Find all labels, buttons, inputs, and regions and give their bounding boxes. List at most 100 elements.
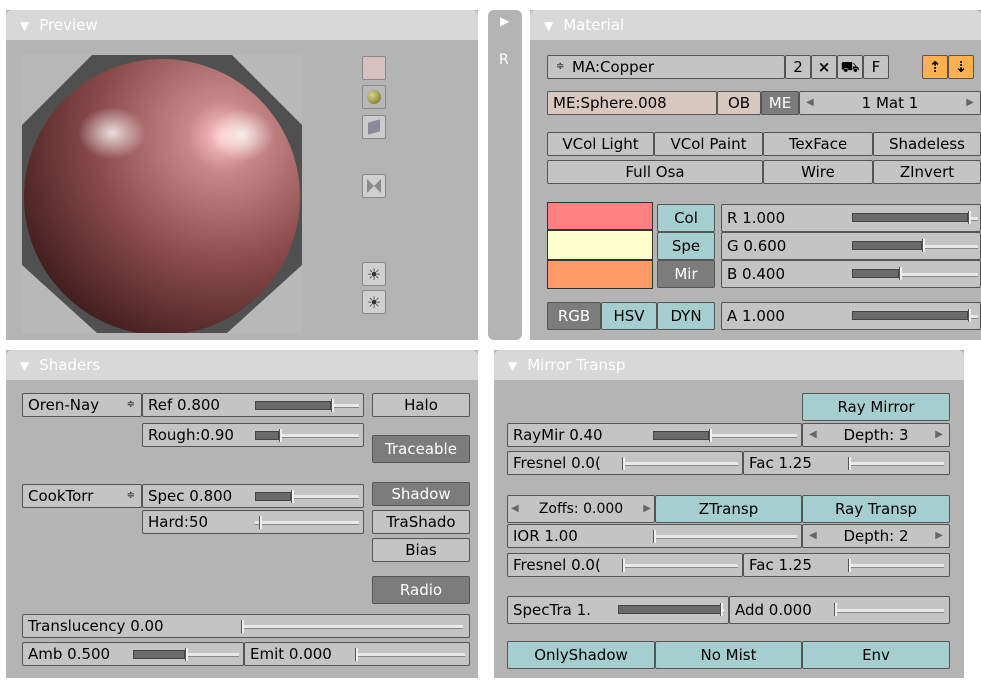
sphere-preview-image [22, 55, 302, 333]
svg-text:☀: ☀ [367, 293, 381, 312]
b-slider[interactable]: B 0.400 [721, 260, 981, 288]
diffuse-shader-menu[interactable]: Oren-Nay ≑ [22, 393, 142, 417]
zoffs-field[interactable]: ◀ Zoffs: 0.000 ▶ [507, 495, 655, 523]
spectra-slider[interactable]: SpecTra 1. [507, 596, 729, 624]
spec-slider-fill [255, 492, 291, 501]
add-slider[interactable]: Add 0.000 [729, 596, 950, 624]
vcol-light-button[interactable]: VCol Light [547, 132, 654, 156]
onlyshadow-button[interactable]: OnlyShadow [507, 641, 655, 669]
fake-user-button[interactable]: F [863, 55, 889, 79]
collapse-triangle-icon[interactable]: ▼ [20, 11, 29, 41]
shadeless-button[interactable]: Shadeless [873, 132, 981, 156]
material-users[interactable]: 2 [785, 55, 811, 79]
right-arrow-icon[interactable]: ▶ [966, 92, 974, 114]
ref-slider[interactable]: Ref 0.800 [142, 393, 364, 417]
unlink-x-icon[interactable]: × [811, 55, 837, 79]
collapse-triangle-icon[interactable]: ▼ [20, 351, 29, 381]
preview-title: Preview [39, 16, 98, 34]
a-slider[interactable]: A 1.000 [721, 302, 981, 330]
ztransp-button[interactable]: ZTransp [655, 495, 802, 523]
paste-down-arrow-icon[interactable]: ⇣ [948, 55, 974, 79]
car-icon[interactable]: ⛟ [837, 55, 863, 79]
bias-button[interactable]: Bias [372, 538, 470, 562]
spectra-slider-fill [618, 605, 722, 614]
g-slider[interactable]: G 0.600 [721, 232, 981, 260]
ray-mirror-button[interactable]: Ray Mirror [802, 393, 950, 421]
monkey-preview-icon[interactable] [362, 174, 386, 198]
no-mist-button[interactable]: No Mist [655, 641, 802, 669]
left-arrow-icon[interactable]: ◀ [809, 525, 817, 547]
spec-slider[interactable]: Spec 0.800 [142, 484, 364, 508]
translucency-slider[interactable]: Translucency 0.00 [22, 614, 470, 638]
light2-preview-icon[interactable]: ☀ [362, 290, 386, 314]
collapse-triangle-icon[interactable]: ▼ [544, 11, 553, 41]
depth-transp-field[interactable]: ◀ Depth: 2 ▶ [802, 524, 950, 548]
hsv-button[interactable]: HSV [601, 302, 657, 330]
ref-slider-fill [255, 401, 331, 410]
r-slider[interactable]: R 1.000 [721, 204, 981, 232]
sphere-preview-icon[interactable] [362, 85, 386, 109]
right-arrow-icon[interactable]: ▶ [935, 424, 943, 446]
amb-slider[interactable]: Amb 0.500 [22, 642, 244, 666]
tab-label[interactable]: R [499, 52, 509, 68]
raymir-slider-fill [653, 431, 709, 440]
flat-preview-icon[interactable] [362, 56, 386, 80]
rough-slider[interactable]: Rough:0.90 [142, 423, 364, 447]
collapse-triangle-icon[interactable]: ▼ [508, 351, 517, 381]
ob-toggle[interactable]: OB [717, 91, 761, 115]
mesh-name[interactable]: ME:Sphere.008 [547, 91, 717, 115]
zinvert-button[interactable]: ZInvert [873, 160, 981, 184]
spe-button[interactable]: Spe [657, 232, 715, 260]
me-toggle[interactable]: ME [761, 91, 799, 115]
env-button[interactable]: Env [802, 641, 950, 669]
amb-slider-fill [133, 650, 185, 659]
specular-shader-menu[interactable]: CookTorr ≑ [22, 484, 142, 508]
rough-slider-fill [255, 431, 279, 440]
halo-button[interactable]: Halo [372, 393, 470, 417]
shaders-header[interactable]: ▼ Shaders [6, 350, 478, 380]
raymir-slider[interactable]: RayMir 0.40 [507, 423, 802, 447]
dyn-button[interactable]: DYN [657, 302, 715, 330]
fac-transp-slider[interactable]: Fac 1.25 [743, 553, 950, 577]
fac-mirror-slider[interactable]: Fac 1.25 [743, 451, 950, 475]
material-browse[interactable]: ≑ MA:Copper [547, 55, 785, 79]
radio-button[interactable]: Radio [372, 576, 470, 604]
left-arrow-icon[interactable]: ◀ [809, 424, 817, 446]
wire-button[interactable]: Wire [763, 160, 873, 184]
preview-render [22, 55, 302, 333]
spe-swatch[interactable] [547, 230, 653, 260]
copy-up-arrow-icon[interactable]: ⇡ [922, 55, 948, 79]
shadow-button[interactable]: Shadow [372, 482, 470, 506]
mirror-transp-header[interactable]: ▼ Mirror Transp [494, 350, 964, 380]
vcol-paint-button[interactable]: VCol Paint [654, 132, 763, 156]
tab-expand-icon[interactable]: ▶ [500, 14, 509, 28]
full-osa-button[interactable]: Full Osa [547, 160, 763, 184]
fresnel-mirror-slider[interactable]: Fresnel 0.0( [507, 451, 743, 475]
mir-swatch[interactable] [547, 260, 653, 289]
mirror-transp-title: Mirror Transp [527, 356, 626, 374]
hard-slider[interactable]: Hard:50 [142, 510, 364, 534]
col-swatch[interactable] [547, 202, 653, 230]
trashado-button[interactable]: TraShado [372, 510, 470, 534]
left-arrow-icon[interactable]: ◀ [806, 92, 814, 114]
preview-header[interactable]: ▼ Preview [6, 10, 478, 40]
cube-preview-icon[interactable] [362, 115, 386, 139]
ray-transp-button[interactable]: Ray Transp [802, 495, 950, 523]
col-button[interactable]: Col [657, 204, 715, 232]
right-arrow-icon[interactable]: ▶ [643, 496, 651, 522]
traceable-button[interactable]: Traceable [372, 435, 470, 463]
fresnel-transp-slider[interactable]: Fresnel 0.0( [507, 553, 743, 577]
texface-button[interactable]: TexFace [763, 132, 873, 156]
updown-arrows-icon: ≑ [126, 399, 135, 410]
ior-slider[interactable]: IOR 1.00 [507, 524, 802, 548]
material-header[interactable]: ▼ Material [530, 10, 981, 40]
emit-slider[interactable]: Emit 0.000 [244, 642, 470, 666]
mir-button[interactable]: Mir [657, 260, 715, 288]
material-name[interactable]: MA:Copper [572, 58, 654, 76]
material-index[interactable]: ◀ 1 Mat 1 ▶ [799, 91, 981, 115]
right-arrow-icon[interactable]: ▶ [935, 525, 943, 547]
light-preview-icon[interactable]: ☀ [362, 262, 386, 286]
depth-mirror-field[interactable]: ◀ Depth: 3 ▶ [802, 423, 950, 447]
left-arrow-icon[interactable]: ◀ [511, 496, 519, 522]
rgb-button[interactable]: RGB [547, 302, 601, 330]
